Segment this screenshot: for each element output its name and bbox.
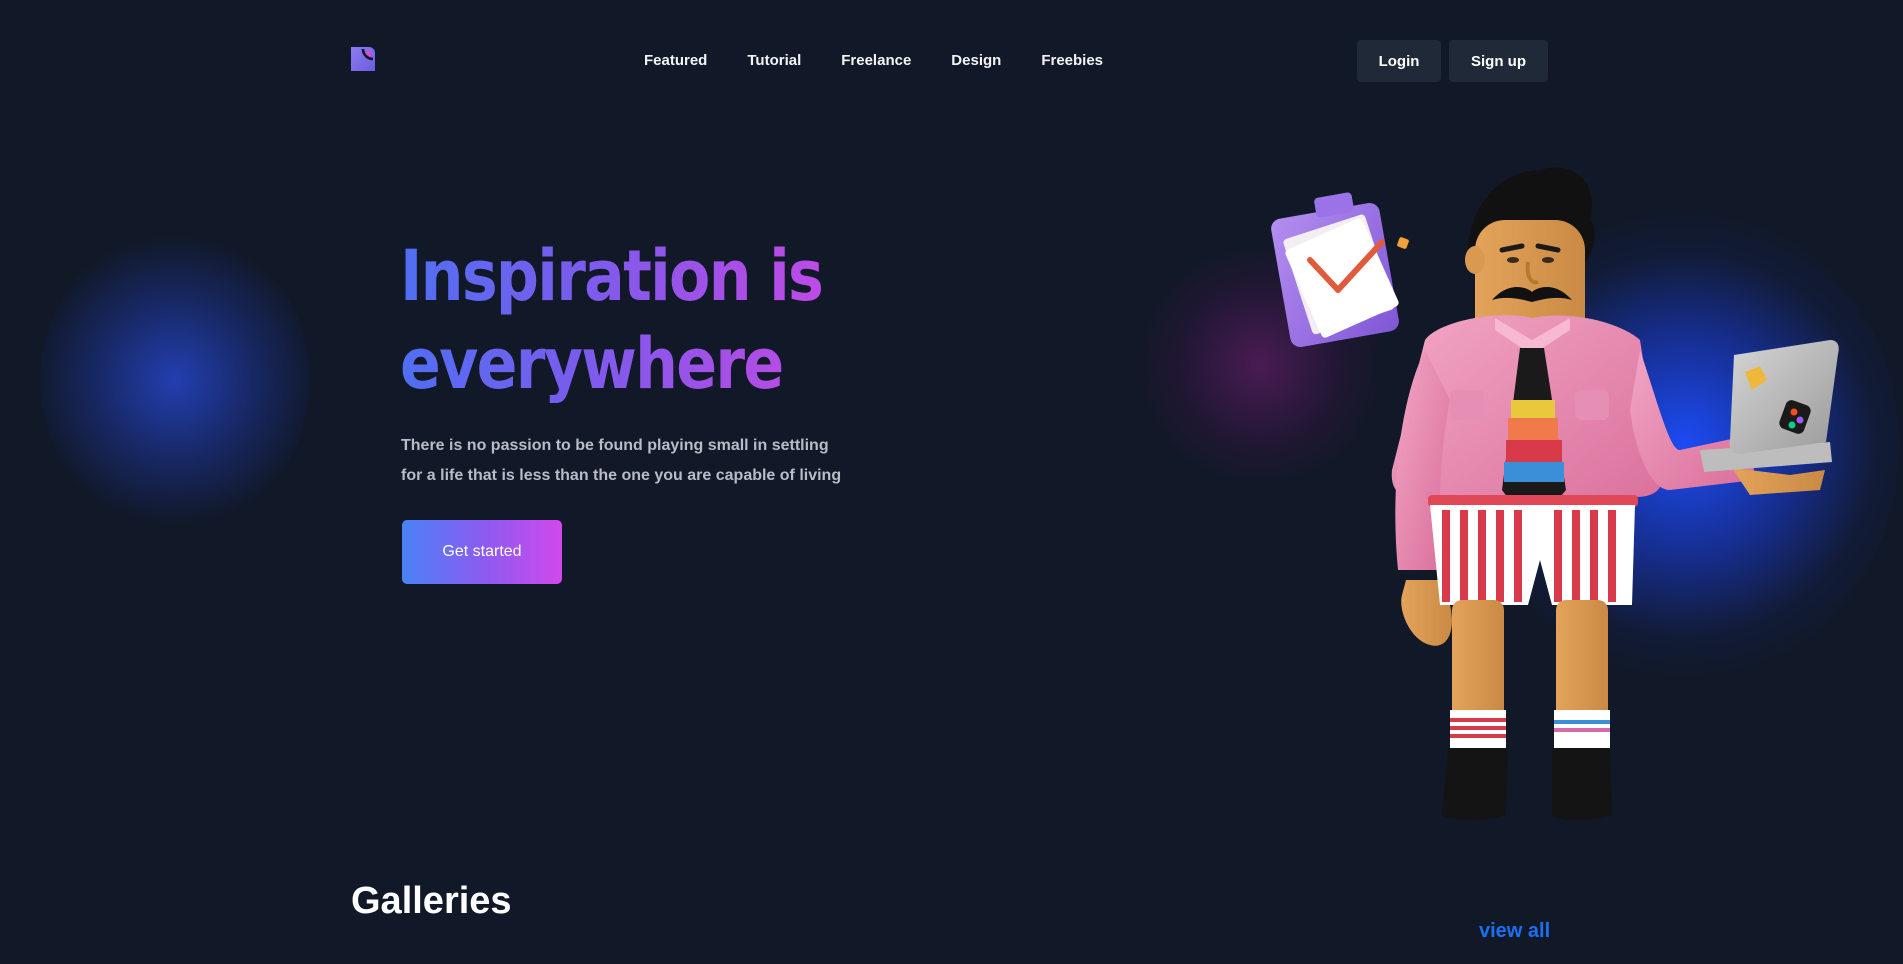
nav-link-design[interactable]: Design: [951, 50, 1001, 72]
laptop-icon: [1700, 340, 1839, 472]
hero-title-line1: Inspiration is: [400, 235, 823, 317]
clipboard-icon: [1271, 192, 1409, 347]
hero-subtitle-line1: There is no passion to be found playing …: [401, 437, 829, 454]
blue-glow-left: [40, 230, 310, 530]
hero-subtitle-line2: for a life that is less than the one you…: [401, 467, 842, 484]
hero-title-line2: everywhere: [400, 323, 783, 405]
login-button[interactable]: Login: [1357, 40, 1441, 82]
main-nav: Featured Tutorial Freelance Design Freeb…: [644, 50, 1143, 72]
get-started-button[interactable]: Get started: [402, 520, 562, 584]
page: Featured Tutorial Freelance Design Freeb…: [0, 0, 1903, 964]
hero-title: Inspiration is everywhere: [400, 232, 847, 408]
character-illustration: [1271, 167, 1839, 821]
nav-link-tutorial[interactable]: Tutorial: [747, 50, 801, 72]
logo-icon[interactable]: [351, 47, 375, 71]
view-all-link[interactable]: view all: [1479, 920, 1550, 943]
nav-link-featured[interactable]: Featured: [644, 50, 707, 72]
nav-link-freelance[interactable]: Freelance: [841, 50, 911, 72]
signup-button[interactable]: Sign up: [1449, 40, 1548, 82]
hero-subtitle: There is no passion to be found playing …: [401, 431, 841, 491]
galleries-heading: Galleries: [351, 880, 512, 922]
nav-link-freebies[interactable]: Freebies: [1041, 50, 1103, 72]
